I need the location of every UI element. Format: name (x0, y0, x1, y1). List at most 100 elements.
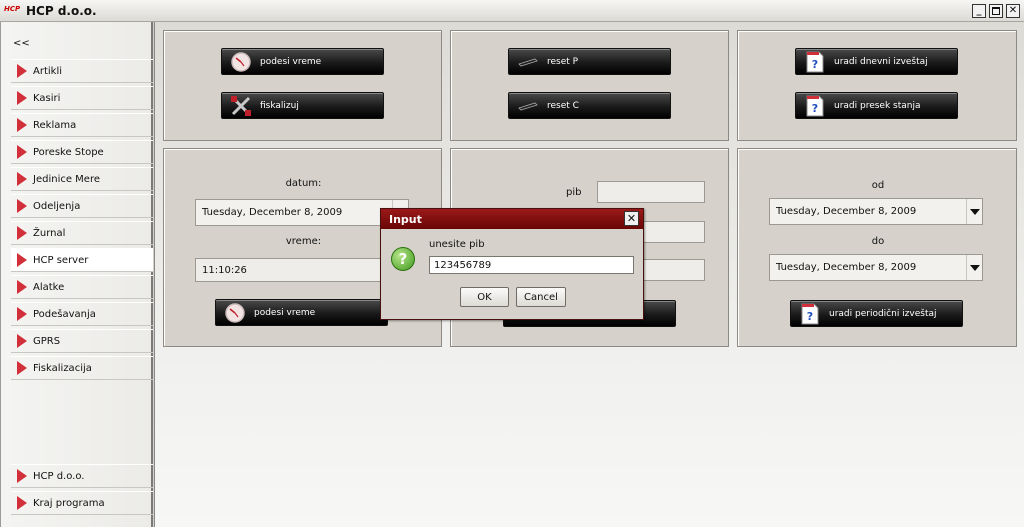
reset-p-button[interactable]: reset P (508, 48, 671, 75)
set-time-button-2[interactable]: podesi vreme (215, 299, 388, 326)
pib-input[interactable] (597, 181, 705, 203)
dialog-close-button[interactable]: ✕ (624, 211, 639, 226)
panel-reset: reset P reset C (450, 30, 729, 141)
sidebar-item-label: Podešavanja (33, 308, 96, 320)
sidebar-item-poreske-stope[interactable]: Poreske Stope (11, 140, 153, 164)
sidebar-item-jedinice-mere[interactable]: Jedinice Mere (11, 167, 153, 191)
title-bar: HCP HCP d.o.o. _ ✕ (0, 0, 1024, 22)
chevron-down-icon[interactable] (966, 255, 982, 280)
state-report-label: uradi presek stanja (834, 100, 921, 111)
from-label: od (871, 180, 885, 191)
pib-dialog-input[interactable]: 123456789 (429, 256, 634, 274)
panel-reports: ? uradi dnevni izveštaj ? uradi presek s… (737, 30, 1017, 141)
reset-c-label: reset C (547, 100, 579, 111)
sidebar-item-odeljenja[interactable]: Odeljenja (11, 194, 153, 218)
state-report-button[interactable]: ? uradi presek stanja (795, 92, 958, 119)
clock-icon (231, 51, 251, 72)
sidebar-item-kraj-programa[interactable]: Kraj programa (11, 491, 153, 515)
panel-time-fiscal: podesi vreme fiskalizuj (163, 30, 442, 141)
device-icon (518, 58, 538, 66)
chevron-down-icon[interactable] (966, 199, 982, 224)
arrow-icon (17, 118, 27, 132)
svg-text:?: ? (812, 102, 818, 115)
arrow-icon (17, 145, 27, 159)
sidebar-item-label: Fiskalizacija (33, 362, 92, 374)
sidebar-item-artikli[interactable]: Artikli (11, 59, 153, 83)
close-icon: ✕ (626, 212, 637, 225)
sidebar-item-hcp-doo[interactable]: HCP d.o.o. (11, 464, 153, 488)
close-button[interactable]: ✕ (1006, 4, 1020, 18)
fiscalize-label: fiskalizuj (260, 100, 299, 111)
arrow-icon (17, 496, 27, 510)
ok-button[interactable]: OK (460, 287, 509, 307)
arrow-icon (17, 199, 27, 213)
to-date-picker[interactable]: Tuesday, December 8, 2009 (769, 254, 983, 281)
time-value: 11:10:26 (202, 264, 247, 276)
arrow-icon (17, 91, 27, 105)
sidebar-item-label: Alatke (33, 281, 65, 293)
arrow-icon (17, 226, 27, 240)
collapse-sidebar-button[interactable]: << (13, 38, 30, 49)
sidebar-item-fiskalizacija[interactable]: Fiskalizacija (11, 356, 153, 380)
sidebar-item-reklama[interactable]: Reklama (11, 113, 153, 137)
daily-report-button[interactable]: ? uradi dnevni izveštaj (795, 48, 958, 75)
pib-dialog-value: 123456789 (434, 259, 492, 271)
pib-label: pib (566, 187, 582, 198)
sidebar-item-label: Odeljenja (33, 200, 81, 212)
arrow-icon (17, 172, 27, 186)
sidebar-item-alatke[interactable]: Alatke (11, 275, 153, 299)
sidebar-item-podesavanja[interactable]: Podešavanja (11, 302, 153, 326)
arrow-icon (17, 469, 27, 483)
sidebar-item-label: Reklama (33, 119, 77, 131)
sidebar-item-label: HCP d.o.o. (33, 470, 85, 482)
date-picker[interactable]: Tuesday, December 8, 2009 (195, 199, 409, 226)
sidebar-item-zurnal[interactable]: Žurnal (11, 221, 153, 245)
date-label: datum: (285, 178, 322, 189)
arrow-icon (17, 334, 27, 348)
maximize-icon (992, 7, 1000, 15)
arrow-icon (17, 253, 27, 267)
set-time-label: podesi vreme (260, 56, 322, 67)
arrow-icon (17, 64, 27, 78)
input-dialog: Input ✕ ? unesite pib 123456789 OK Cance… (380, 208, 644, 320)
dialog-title: Input (389, 212, 422, 226)
close-icon: ✕ (1008, 5, 1018, 16)
periodic-report-button[interactable]: ? uradi periodični izveštaj (790, 300, 963, 327)
device-icon (518, 102, 538, 110)
sidebar-item-kasiri[interactable]: Kasiri (11, 86, 153, 110)
svg-text:?: ? (807, 310, 813, 323)
reset-c-button[interactable]: reset C (508, 92, 671, 119)
sidebar-item-label: Artikli (33, 65, 62, 77)
help-document-icon: ? (801, 303, 819, 324)
fiscalize-button[interactable]: fiskalizuj (221, 92, 384, 119)
arrow-icon (17, 361, 27, 375)
sidebar-item-label: Kasiri (33, 92, 61, 104)
date-value: Tuesday, December 8, 2009 (202, 207, 343, 218)
sidebar-item-gprs[interactable]: GPRS (11, 329, 153, 353)
window-title: HCP d.o.o. (26, 4, 97, 18)
sidebar-item-label: Žurnal (33, 227, 66, 239)
sidebar-item-label: GPRS (33, 335, 61, 347)
clock-icon (225, 302, 245, 323)
reset-p-label: reset P (547, 56, 579, 67)
help-document-icon: ? (806, 51, 824, 72)
arrow-icon (17, 307, 27, 321)
sidebar-item-label: HCP server (33, 254, 89, 266)
sidebar-item-label: Poreske Stope (33, 146, 104, 158)
sidebar-item-label: Jedinice Mere (33, 173, 100, 185)
sidebar-item-label: Kraj programa (33, 497, 105, 509)
from-date-picker[interactable]: Tuesday, December 8, 2009 (769, 198, 983, 225)
minimize-button[interactable]: _ (972, 4, 986, 18)
time-input[interactable]: 11:10:26 (195, 258, 409, 282)
set-time-button[interactable]: podesi vreme (221, 48, 384, 75)
sidebar: << Artikli Kasiri Reklama Poreske Stope … (0, 22, 153, 527)
periodic-report-label: uradi periodični izveštaj (829, 308, 937, 319)
dialog-message: unesite pib (429, 239, 485, 250)
question-icon: ? (391, 247, 415, 271)
to-label: do (871, 236, 885, 247)
cancel-button[interactable]: Cancel (516, 287, 566, 307)
maximize-button[interactable] (989, 4, 1003, 18)
help-document-icon: ? (806, 95, 824, 116)
svg-text:?: ? (812, 58, 818, 71)
sidebar-item-hcp-server[interactable]: HCP server (11, 248, 153, 272)
